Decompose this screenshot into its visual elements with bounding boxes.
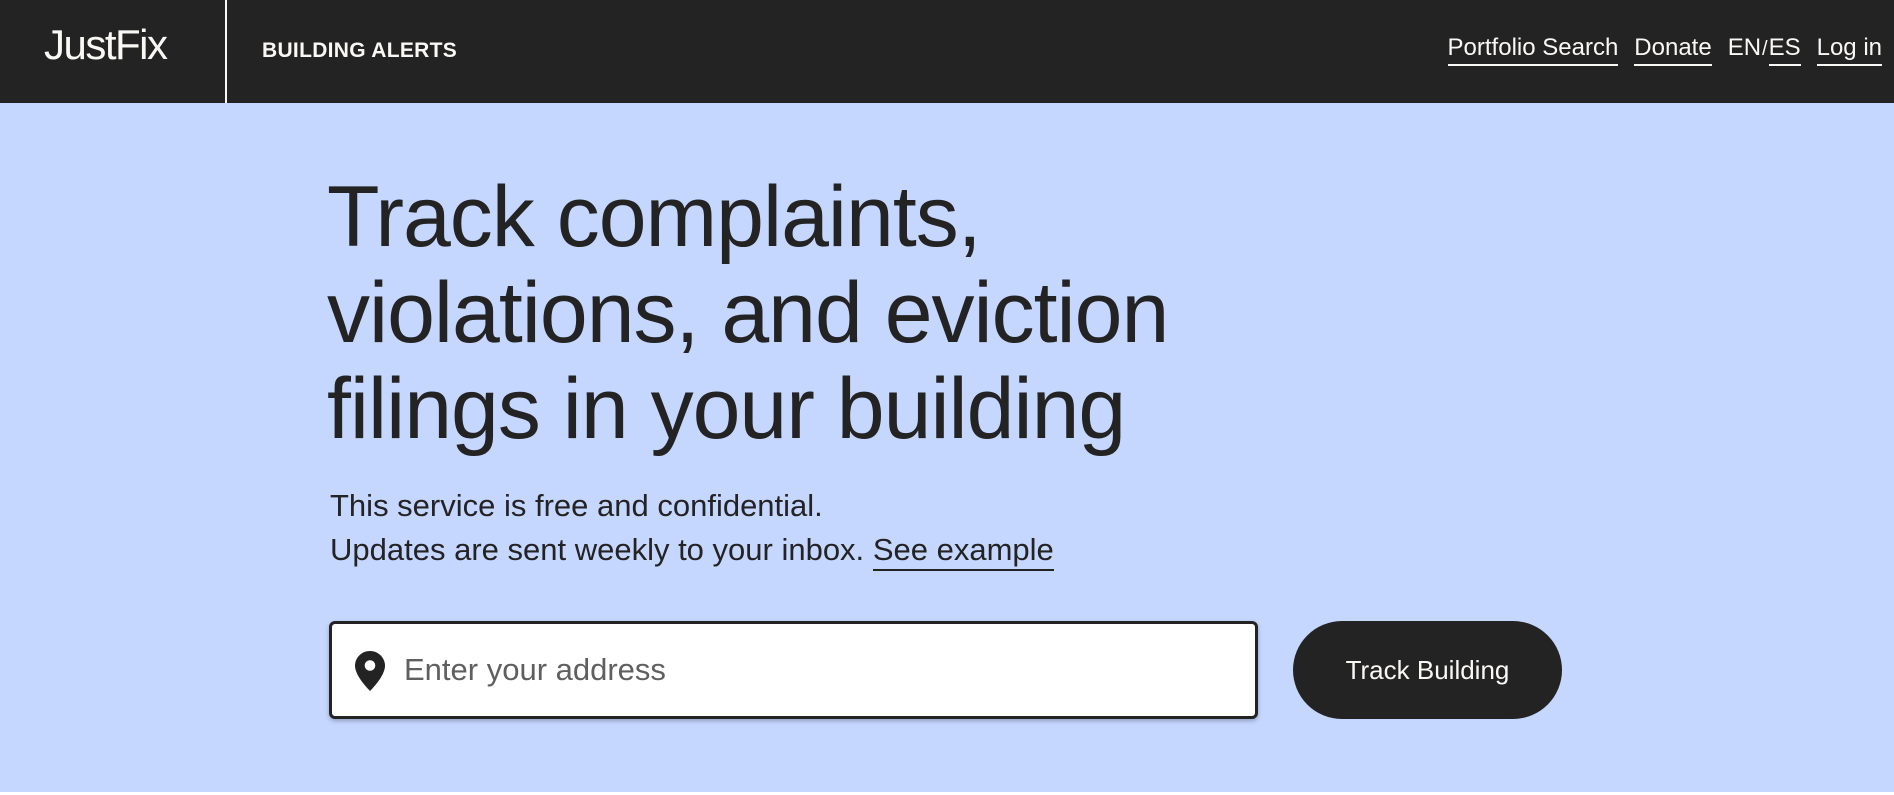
logo-divider (225, 0, 227, 103)
header-nav: Portfolio Search Donate EN / ES Log in (1447, 33, 1882, 66)
product-name-link[interactable]: BUILDING ALERTS (262, 38, 457, 64)
address-input[interactable] (404, 624, 1244, 716)
lang-separator: / (1762, 38, 1768, 60)
login-link[interactable]: Log in (1816, 33, 1882, 66)
address-search-box[interactable] (329, 621, 1258, 719)
portfolio-search-link[interactable]: Portfolio Search (1447, 33, 1619, 66)
hero-section: Track complaints, violations, and evicti… (0, 103, 1894, 792)
lang-en-current: EN (1727, 33, 1762, 61)
track-building-button[interactable]: Track Building (1293, 621, 1562, 719)
subtext-line-2-text: Updates are sent weekly to your inbox. (330, 532, 865, 567)
hero-subtext: This service is free and confidential. U… (330, 484, 1330, 572)
language-toggle: EN / ES (1728, 33, 1801, 66)
subtext-line-2: Updates are sent weekly to your inbox. S… (330, 528, 1330, 572)
justfix-logo[interactable]: JustFix (44, 20, 168, 70)
donate-link[interactable]: Donate (1634, 33, 1712, 66)
map-pin-icon (355, 651, 385, 691)
lang-es-link[interactable]: ES (1768, 33, 1801, 66)
top-nav-bar: JustFix BUILDING ALERTS Portfolio Search… (0, 0, 1894, 103)
subtext-line-1: This service is free and confidential. (330, 488, 823, 523)
see-example-link[interactable]: See example (872, 532, 1054, 571)
page-headline: Track complaints, violations, and evicti… (327, 169, 1169, 457)
